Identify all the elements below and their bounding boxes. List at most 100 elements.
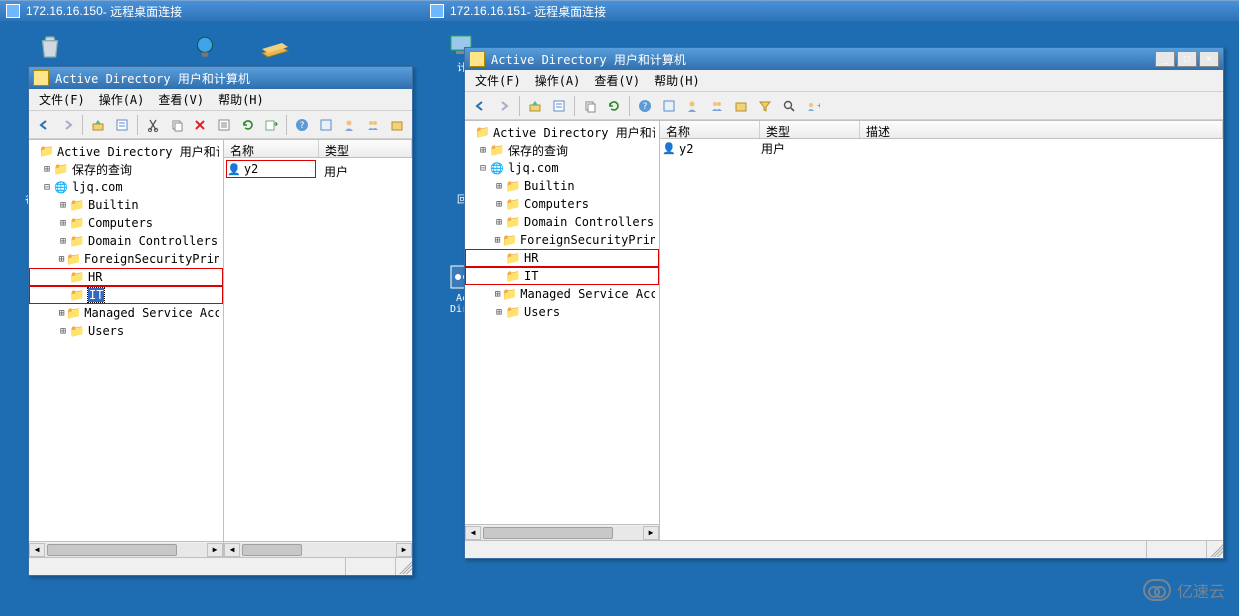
minimize-button[interactable]: _ [1155, 51, 1175, 67]
tree-users[interactable]: ⊞ 📁 Users [29, 322, 223, 340]
new-group-button[interactable] [363, 114, 385, 136]
expand-icon[interactable]: ⊞ [477, 145, 489, 156]
expand-icon[interactable]: ⊞ [493, 235, 502, 246]
tree-fsp[interactable]: ⊞ 📁 ForeignSecurityPrincipals [465, 231, 659, 249]
rdc-titlebar-150[interactable]: 172.16.16.150 - 远程桌面连接 [0, 1, 424, 21]
tree-pane[interactable]: 📁 Active Directory 用户和计算机 ⊞ 📁 保存的查询 ⊟ 🌐 … [29, 140, 224, 557]
nav-back-button[interactable] [469, 95, 491, 117]
list-row-user[interactable]: 👤 y2 [226, 160, 316, 178]
delete-button[interactable] [189, 114, 211, 136]
list-body[interactable]: 👤 y2 用户 [224, 158, 412, 541]
help-button[interactable]: ? [291, 114, 313, 136]
tree-computers[interactable]: ⊞ 📁 Computers [29, 214, 223, 232]
expand-icon[interactable]: ⊞ [493, 307, 505, 318]
tree-root[interactable]: 📁 Active Directory 用户和计算机 [465, 123, 659, 141]
scroll-left-button[interactable]: ◀ [29, 543, 45, 557]
nav-back-button[interactable] [33, 114, 55, 136]
scroll-thumb[interactable] [483, 527, 613, 539]
export-button[interactable] [261, 114, 283, 136]
scroll-track[interactable] [45, 543, 207, 557]
desktop-recycle-bin[interactable] [30, 31, 70, 63]
refresh-button[interactable] [237, 114, 259, 136]
col-type[interactable]: 类型 [760, 121, 860, 138]
tree-scrollbar[interactable]: ◀ ▶ [465, 524, 659, 540]
col-type[interactable]: 类型 [319, 140, 412, 157]
tree-domain-controllers[interactable]: ⊞ 📁 Domain Controllers [29, 232, 223, 250]
collapse-icon[interactable]: ⊟ [41, 182, 53, 193]
scroll-right-button[interactable]: ▶ [396, 543, 412, 557]
tree-msa[interactable]: ⊞ 📁 Managed Service Accounts [465, 285, 659, 303]
tree-it[interactable]: 📁 IT [465, 267, 659, 285]
expand-icon[interactable]: ⊞ [57, 254, 66, 265]
help-button[interactable]: ? [634, 95, 656, 117]
list-scrollbar[interactable]: ◀ ▶ [224, 541, 412, 557]
tree-domain[interactable]: ⊟ 🌐 ljq.com [29, 178, 223, 196]
expand-icon[interactable]: ⊞ [57, 308, 66, 319]
refresh-button[interactable] [603, 95, 625, 117]
tree-builtin[interactable]: ⊞ 📁 Builtin [29, 196, 223, 214]
expand-icon[interactable]: ⊞ [493, 199, 505, 210]
tree-builtin[interactable]: ⊞ 📁 Builtin [465, 177, 659, 195]
copy-button[interactable] [579, 95, 601, 117]
menu-file[interactable]: 文件(F) [33, 89, 91, 110]
tree-domain-controllers[interactable]: ⊞ 📁 Domain Controllers [465, 213, 659, 231]
ad-titlebar[interactable]: Active Directory 用户和计算机 _ □ × [465, 48, 1223, 70]
tree-users[interactable]: ⊞ 📁 Users [465, 303, 659, 321]
collapse-icon[interactable]: ⊟ [477, 163, 489, 174]
nav-forward-button[interactable] [57, 114, 79, 136]
new-ou-button[interactable] [730, 95, 752, 117]
search-button[interactable] [778, 95, 800, 117]
list-body[interactable]: 👤 y2 用户 [660, 139, 1223, 540]
maximize-button[interactable]: □ [1177, 51, 1197, 67]
scroll-left-button[interactable]: ◀ [224, 543, 240, 557]
menu-action[interactable]: 操作(A) [529, 70, 587, 91]
tree-root[interactable]: 📁 Active Directory 用户和计算机 [29, 142, 223, 160]
col-name[interactable]: 名称 [660, 121, 760, 138]
copy-button[interactable] [166, 114, 188, 136]
menu-help[interactable]: 帮助(H) [212, 89, 270, 110]
expand-icon[interactable]: ⊞ [57, 200, 69, 211]
ad-titlebar[interactable]: Active Directory 用户和计算机 [29, 67, 412, 89]
col-name[interactable]: 名称 [224, 140, 319, 157]
up-button[interactable] [87, 114, 109, 136]
expand-icon[interactable]: ⊞ [57, 236, 69, 247]
col-desc[interactable]: 描述 [860, 121, 1223, 138]
scroll-thumb[interactable] [242, 544, 302, 556]
up-button[interactable] [524, 95, 546, 117]
resize-grip[interactable] [396, 558, 412, 574]
menu-view[interactable]: 查看(V) [152, 89, 210, 110]
scroll-track[interactable] [240, 543, 396, 557]
menu-view[interactable]: 查看(V) [588, 70, 646, 91]
scroll-left-button[interactable]: ◀ [465, 526, 481, 540]
desktop-network[interactable] [185, 31, 225, 63]
tree-hr[interactable]: 📁 HR [29, 268, 223, 286]
expand-icon[interactable]: ⊞ [41, 164, 53, 175]
filter-button[interactable] [754, 95, 776, 117]
resize-grip[interactable] [1207, 541, 1223, 557]
menu-file[interactable]: 文件(F) [469, 70, 527, 91]
tree-scrollbar[interactable]: ◀ ▶ [29, 541, 223, 557]
scroll-track[interactable] [481, 526, 643, 540]
find-button[interactable] [315, 114, 337, 136]
expand-icon[interactable]: ⊞ [493, 181, 505, 192]
scroll-thumb[interactable] [47, 544, 177, 556]
new-ou-button[interactable] [386, 114, 408, 136]
properties-button[interactable] [548, 95, 570, 117]
tree-domain[interactable]: ⊟ 🌐 ljq.com [465, 159, 659, 177]
tree-hr[interactable]: 📁 HR [465, 249, 659, 267]
expand-icon[interactable]: ⊞ [493, 217, 505, 228]
list-row-user[interactable]: 👤 y2 用户 [660, 139, 1223, 157]
tree-it[interactable]: 📁 IT [29, 286, 223, 304]
props2-button[interactable] [213, 114, 235, 136]
find-button[interactable] [658, 95, 680, 117]
tree-saved-queries[interactable]: ⊞ 📁 保存的查询 [465, 141, 659, 159]
menu-action[interactable]: 操作(A) [93, 89, 151, 110]
cut-button[interactable] [142, 114, 164, 136]
expand-icon[interactable]: ⊞ [57, 218, 69, 229]
tree-saved-queries[interactable]: ⊞ 📁 保存的查询 [29, 160, 223, 178]
tree-fsp[interactable]: ⊞ 📁 ForeignSecurityPrincipals [29, 250, 223, 268]
new-user-button[interactable] [682, 95, 704, 117]
tree-msa[interactable]: ⊞ 📁 Managed Service Accounts [29, 304, 223, 322]
scroll-right-button[interactable]: ▶ [207, 543, 223, 557]
scroll-right-button[interactable]: ▶ [643, 526, 659, 540]
